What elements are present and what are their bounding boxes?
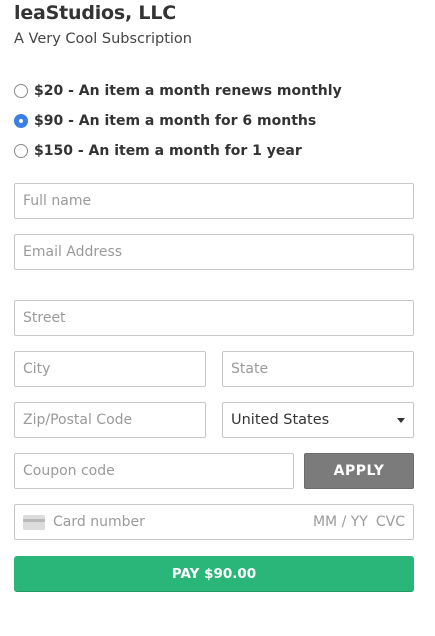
plan-option-monthly[interactable]: $20 - An item a month renews monthly — [14, 76, 424, 106]
card-field[interactable]: Card number MM / YY CVC — [14, 504, 414, 540]
plan-label: $150 - An item a month for 1 year — [34, 143, 302, 159]
apply-coupon-button[interactable]: APPLY — [304, 453, 414, 489]
street-input[interactable] — [15, 301, 413, 335]
coupon-input[interactable] — [15, 454, 293, 488]
plan-option-6-months[interactable]: $90 - An item a month for 6 months — [14, 106, 424, 136]
plan-label: $20 - An item a month renews monthly — [34, 83, 342, 99]
country-select[interactable]: United States — [222, 402, 414, 438]
pay-button[interactable]: PAY $90.00 — [14, 556, 414, 591]
subscription-subtitle: A Very Cool Subscription — [14, 31, 192, 47]
state-input[interactable] — [223, 352, 413, 386]
plan-radio-6-months[interactable] — [14, 114, 28, 128]
card-number-placeholder: Card number — [53, 514, 145, 530]
email-field — [14, 234, 414, 270]
plan-options: $20 - An item a month renews monthly $90… — [14, 76, 424, 166]
plan-radio-monthly[interactable] — [14, 84, 28, 98]
plan-radio-1-year[interactable] — [14, 144, 28, 158]
plan-label: $90 - An item a month for 6 months — [34, 113, 317, 129]
caret-down-icon — [397, 417, 405, 423]
email-input[interactable] — [15, 235, 413, 269]
zip-input[interactable] — [15, 403, 205, 437]
street-field — [14, 300, 414, 336]
card-cvc-placeholder: CVC — [375, 514, 405, 530]
city-input[interactable] — [15, 352, 205, 386]
city-field — [14, 351, 206, 387]
full-name-field — [14, 183, 414, 219]
coupon-field — [14, 453, 294, 489]
plan-option-1-year[interactable]: $150 - An item a month for 1 year — [14, 136, 424, 166]
state-field — [222, 351, 414, 387]
full-name-input[interactable] — [15, 184, 413, 218]
zip-field — [14, 402, 206, 438]
credit-card-icon — [23, 514, 45, 530]
country-value: United States — [231, 412, 330, 428]
company-name: leaStudios, LLC — [14, 2, 176, 24]
card-expiry-placeholder: MM / YY — [312, 514, 368, 530]
